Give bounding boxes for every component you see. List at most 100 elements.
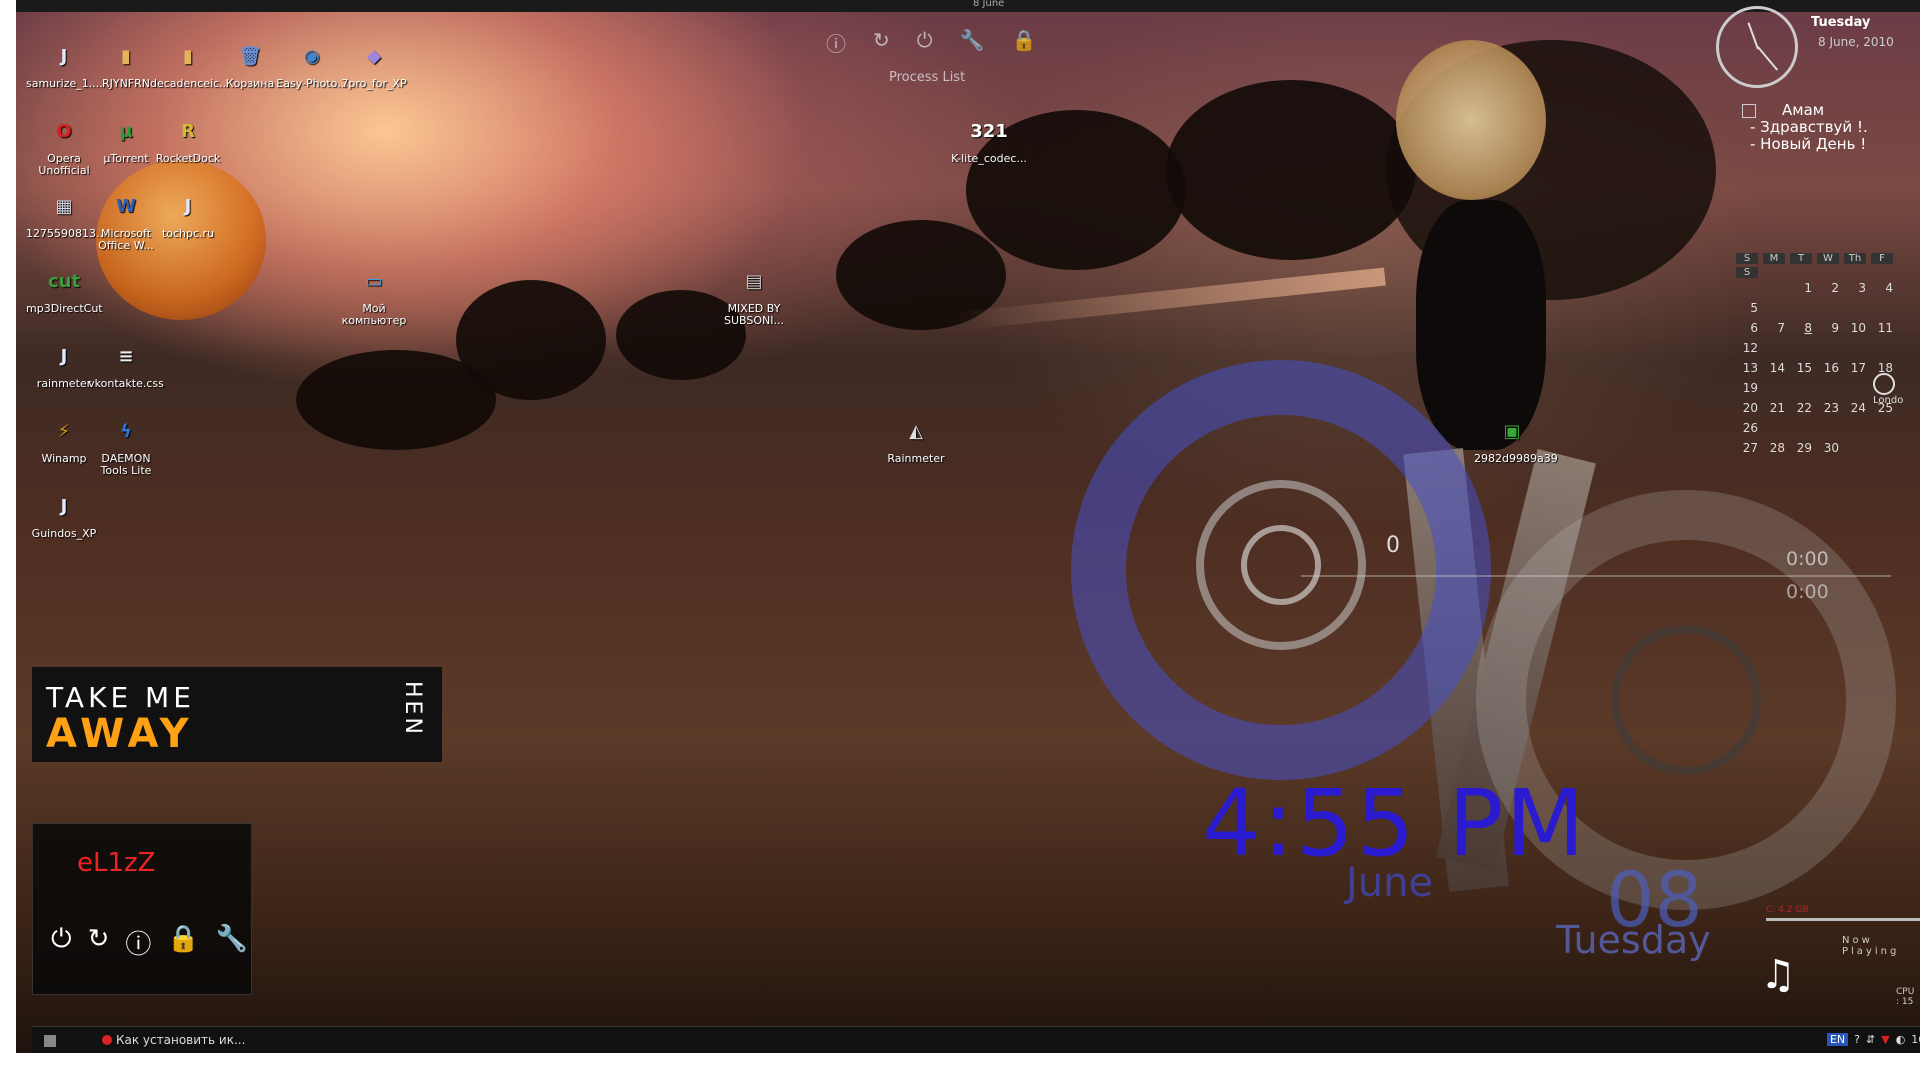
desktop-icon-label: 7pro_for_XP: [341, 77, 407, 90]
clock-face: [1716, 6, 1798, 88]
ring-widget-core: [1241, 525, 1321, 605]
desktop-icon-image: J: [60, 46, 68, 67]
desktop-icon-image: ◉: [304, 46, 320, 67]
clock-hand-minute: [1757, 46, 1779, 71]
calendar-day[interactable]: 6: [1736, 318, 1758, 338]
desktop-icon[interactable]: 321 K-lite_codec...: [951, 115, 1027, 165]
music-note-icon[interactable]: ♫: [1760, 952, 1796, 998]
session-actions: ⏻ ↻ ⓘ 🔒 🔧: [51, 924, 248, 961]
cpu-usage-label: CPU : 15: [1896, 987, 1915, 1007]
desktop-icon-image: ▮: [183, 46, 193, 67]
desktop-icon[interactable]: Jtochpc.ru: [150, 190, 226, 240]
calendar-day[interactable]: 23: [1817, 398, 1839, 418]
desktop-icon-label: vkontakte.css: [88, 377, 164, 390]
calendar-day[interactable]: 22: [1790, 398, 1812, 418]
desktop-icon[interactable]: ▤ MIXED BY SUBSONI...: [716, 265, 792, 327]
desktop-icon-label: Rainmeter: [887, 452, 945, 465]
clock-icon: [1873, 373, 1895, 395]
calendar-day[interactable]: 16: [1817, 358, 1839, 378]
calendar-day[interactable]: 20: [1736, 398, 1758, 418]
calendar-day[interactable]: 21: [1763, 398, 1785, 418]
refresh-icon[interactable]: ↻: [873, 28, 890, 57]
calendar-day[interactable]: 13: [1736, 358, 1758, 378]
calendar-day[interactable]: 10: [1844, 318, 1866, 338]
desktop-icon[interactable]: ▭ Мой компьютер: [336, 265, 412, 327]
song-artist-vertical: HEN: [400, 681, 425, 737]
calendar-weekday-header: W: [1817, 253, 1839, 264]
calendar-weekday-header: T: [1790, 253, 1812, 264]
notes-widget[interactable]: Амам - Здравствуй !. - Новый День !: [1742, 102, 1868, 153]
calendar-day[interactable]: 28: [1763, 438, 1785, 458]
desktop-icon[interactable]: ≡ vkontakte.css: [88, 340, 164, 390]
calendar-day[interactable]: 7: [1763, 318, 1785, 338]
desktop-icon-label: tochpc.ru: [161, 227, 215, 240]
calendar-day[interactable]: 24: [1844, 398, 1866, 418]
calendar-widget: S M T W Th FS 1 2 3 45 6 7 8 9 10 1112 13 14 15 16 17 1819 20…: [1736, 250, 1920, 472]
calendar-week-row: 1 2 3 4 5: [1736, 278, 1920, 318]
antivirus-icon[interactable]: ▼: [1881, 1033, 1889, 1046]
refresh-icon[interactable]: ↻: [88, 924, 110, 961]
ring-counter: 0: [1386, 533, 1400, 558]
power-icon[interactable]: ⏻: [917, 28, 933, 57]
wrench-icon[interactable]: 🔧: [216, 924, 248, 961]
lock-icon[interactable]: 🔒: [1012, 28, 1037, 57]
desktop-icon-image: 🗑: [238, 46, 262, 67]
calendar-day[interactable]: 8: [1790, 318, 1812, 338]
calendar-day[interactable]: 17: [1844, 358, 1866, 378]
calendar-day[interactable]: 14: [1763, 358, 1785, 378]
info-icon[interactable]: ⓘ: [826, 28, 846, 57]
track-elapsed: 0:00: [1786, 548, 1829, 570]
calendar-day[interactable]: 9: [1817, 318, 1839, 338]
desktop-icon[interactable]: ◆ 7pro_for_XP: [336, 40, 412, 90]
calendar-day[interactable]: 1: [1790, 278, 1812, 298]
disk-usage-label: C: 4.2 GB: [1766, 905, 1809, 915]
calendar-day[interactable]: 30: [1817, 438, 1839, 458]
taskbar-clock[interactable]: 16:5: [1911, 1033, 1920, 1046]
clock-day: Tuesday: [1811, 15, 1871, 30]
desktop-icon[interactable]: ▣ 2982d9989a39: [1474, 415, 1558, 465]
desktop-icon-image: 321: [970, 121, 1008, 142]
help-icon[interactable]: ?: [1854, 1033, 1860, 1046]
info-icon[interactable]: ⓘ: [125, 924, 151, 961]
calendar-weekday-header: Th: [1844, 253, 1866, 264]
desktop: 8 June Jsamurize_1.... ▮ RJYNFRN ▮ decadence…: [16, 0, 1920, 1053]
calendar-day[interactable]: 12: [1736, 338, 1758, 358]
calendar-day[interactable]: 29: [1790, 438, 1812, 458]
desktop-icon[interactable]: cut mp3DirectCut: [26, 265, 103, 315]
note-line: - Здравствуй !.: [1750, 118, 1868, 136]
wrench-icon[interactable]: 🔧: [960, 28, 985, 57]
digital-clock-weekday: Tuesday: [1556, 918, 1711, 962]
calendar-day[interactable]: 19: [1736, 378, 1758, 398]
process-widget-icons: ⓘ ↻ ⏻ 🔧 🔒: [826, 28, 1036, 57]
calendar-day[interactable]: 2: [1817, 278, 1839, 298]
desktop-icon-image: ≡: [118, 346, 134, 367]
desktop-icon[interactable]: R RocketDock: [150, 115, 226, 165]
calendar-day[interactable]: 26: [1736, 418, 1758, 438]
desktop-icon[interactable]: ϟ DAEMON Tools Lite: [88, 415, 164, 477]
desktop-icon-image: ▣: [1503, 421, 1521, 442]
note-checkbox-icon[interactable]: [1742, 104, 1756, 118]
volume-icon[interactable]: ◐: [1896, 1033, 1906, 1046]
calendar-day[interactable]: 5: [1736, 298, 1758, 318]
calendar-weekday-header: S: [1736, 267, 1758, 278]
lock-icon[interactable]: 🔒: [167, 924, 199, 961]
calendar-day[interactable]: 11: [1871, 318, 1893, 338]
desktop-icon[interactable]: ◭ Rainmeter: [878, 415, 954, 465]
taskbar-item-opera[interactable]: Как установить ик...: [102, 1033, 245, 1047]
desktop-icon-image: ▤: [745, 271, 763, 292]
disk-usage-bar: [1766, 918, 1920, 921]
start-button[interactable]: [44, 1035, 56, 1047]
calendar-day[interactable]: 4: [1871, 278, 1893, 298]
desktop-icon-label: DAEMON Tools Lite: [100, 452, 152, 477]
language-indicator[interactable]: EN: [1826, 1033, 1849, 1046]
ring-divider-line: [1301, 575, 1891, 577]
power-icon[interactable]: ⏻: [51, 924, 72, 961]
opera-icon: [102, 1035, 112, 1045]
network-icon[interactable]: ⇵: [1866, 1033, 1875, 1046]
process-list-label[interactable]: Process List: [889, 70, 965, 85]
calendar-day[interactable]: 27: [1736, 438, 1758, 458]
desktop-icon[interactable]: J Guindos_XP: [26, 490, 102, 540]
calendar-day[interactable]: 3: [1844, 278, 1866, 298]
desktop-icon-image: R: [181, 121, 195, 142]
calendar-day[interactable]: 15: [1790, 358, 1812, 378]
